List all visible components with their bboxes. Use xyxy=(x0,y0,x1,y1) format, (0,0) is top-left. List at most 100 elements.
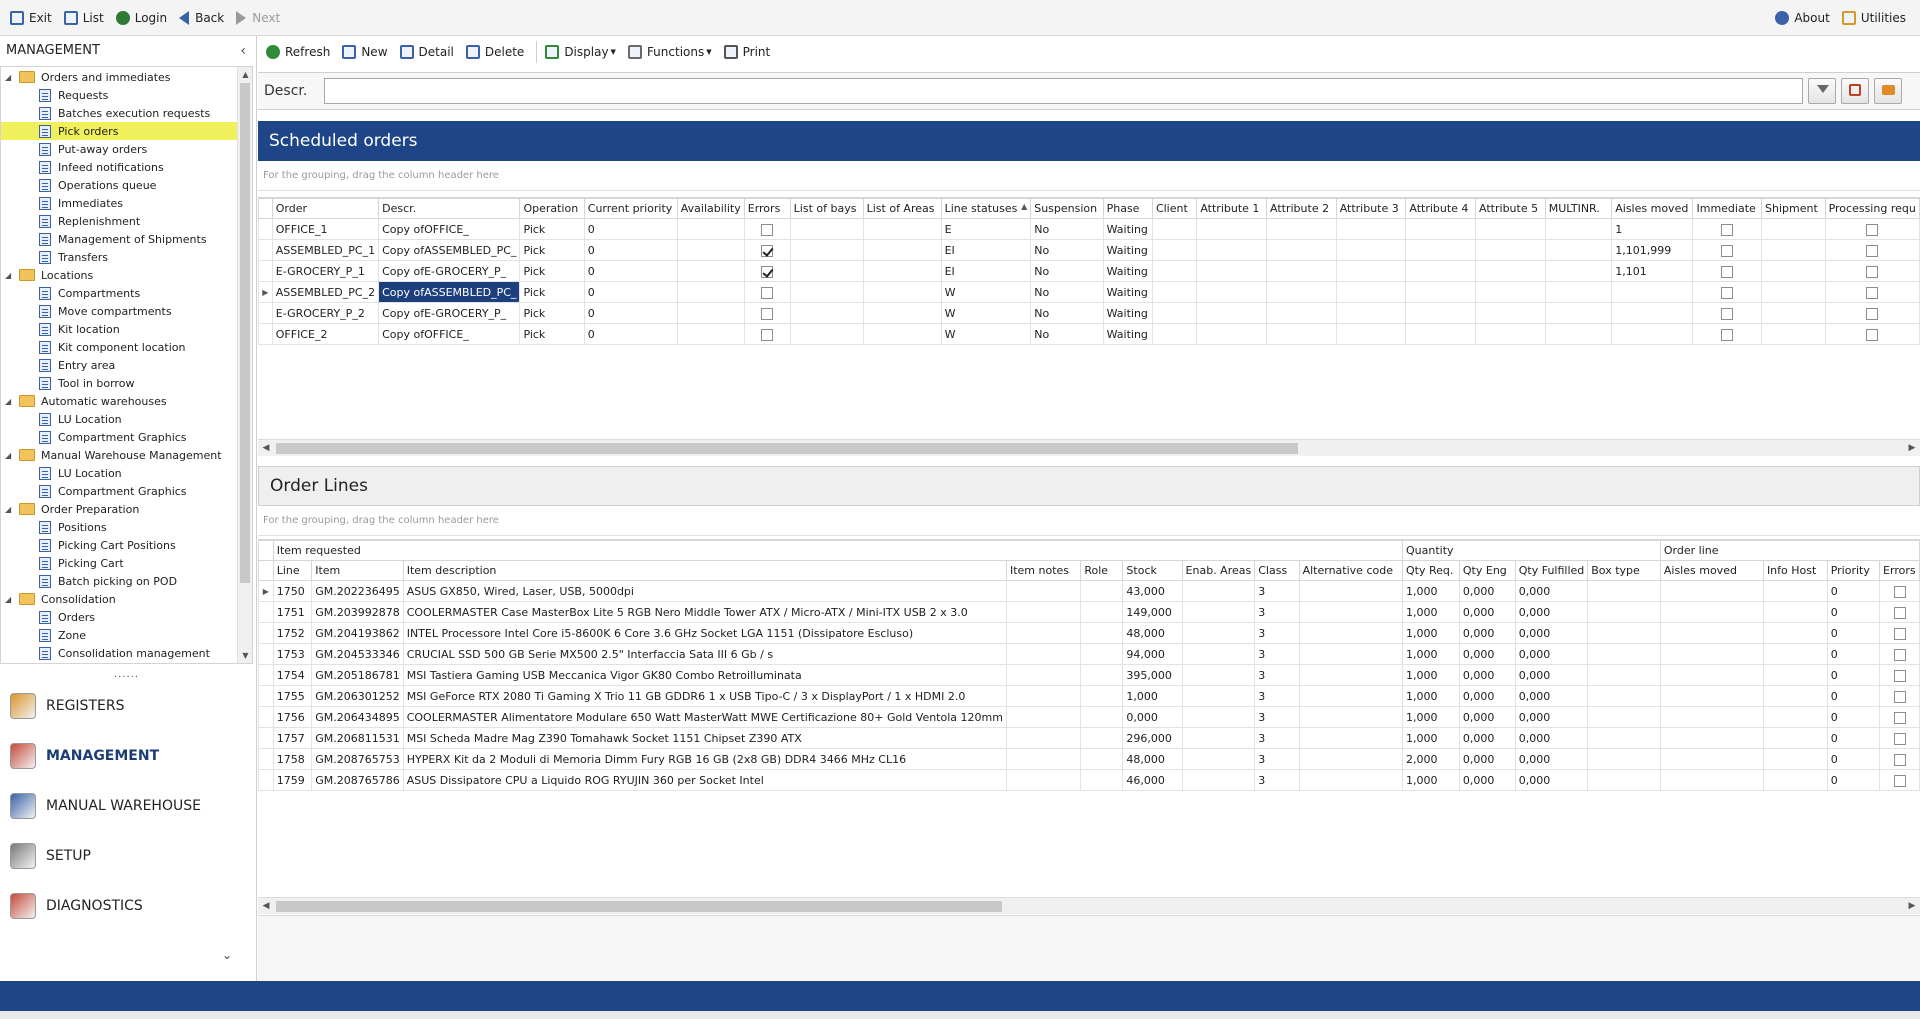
cell-immediate[interactable] xyxy=(1692,239,1763,261)
row-indicator[interactable] xyxy=(258,302,273,324)
column-header-attribute-1[interactable]: Attribute 1 xyxy=(1196,198,1268,219)
column-header-aisles-moved[interactable]: Aisles moved xyxy=(1611,198,1694,219)
cell-role[interactable] xyxy=(1080,769,1124,791)
tree-item-positions[interactable]: Positions xyxy=(1,518,237,536)
tree-item-lu-location[interactable]: LU Location xyxy=(1,410,237,428)
cell-shipment[interactable] xyxy=(1761,260,1826,282)
cell-errors[interactable] xyxy=(1879,580,1920,602)
back-button[interactable]: Back xyxy=(175,6,232,30)
cell-attribute-4[interactable] xyxy=(1405,281,1477,303)
checkbox[interactable] xyxy=(761,265,774,278)
cell-item-notes[interactable] xyxy=(1005,580,1082,602)
cell-qty-eng[interactable]: 0,000 xyxy=(1458,706,1516,728)
cell-order[interactable]: E-GROCERY_P_2 xyxy=(271,302,380,324)
tree-group-order-preparation[interactable]: ◢ Order Preparation xyxy=(1,500,237,518)
cell-priority[interactable]: 0 xyxy=(1826,643,1881,665)
order-row[interactable]: ▶ ASSEMBLED_PC_2 Copy ofASSEMBLED_PC_ Pick 0… xyxy=(258,281,1920,303)
cell-item[interactable]: GM.208765753 xyxy=(311,748,404,770)
cell-multinr[interactable] xyxy=(1544,281,1613,303)
cell-list-of-areas[interactable] xyxy=(862,281,942,303)
checkbox[interactable] xyxy=(1893,648,1906,661)
cell-descr[interactable]: Copy ofOFFICE_ xyxy=(378,323,521,345)
edit-filter-button[interactable] xyxy=(1874,78,1902,104)
cell-box-type[interactable] xyxy=(1587,601,1661,623)
cell-multinr[interactable] xyxy=(1544,239,1613,261)
cell-item-notes[interactable] xyxy=(1005,748,1082,770)
cell-phase[interactable]: Waiting xyxy=(1102,302,1153,324)
cell-info-host[interactable] xyxy=(1762,685,1828,707)
cell-qty-req[interactable]: 1,000 xyxy=(1401,664,1460,686)
row-indicator[interactable] xyxy=(258,218,273,240)
checkbox[interactable] xyxy=(1893,774,1906,787)
cell-attribute-2[interactable] xyxy=(1266,302,1337,324)
cell-priority[interactable]: 0 xyxy=(1826,748,1881,770)
cell-aisles-moved[interactable] xyxy=(1659,622,1764,644)
cell-errors[interactable] xyxy=(1879,769,1920,791)
nav-setup[interactable]: SETUP xyxy=(10,836,91,876)
row-indicator[interactable] xyxy=(258,685,274,707)
cell-multinr[interactable] xyxy=(1544,260,1613,282)
cell-priority[interactable]: 0 xyxy=(1826,580,1881,602)
order-line-row[interactable]: 1753 GM.204533346 CRUCIAL SSD 500 GB Serie… xyxy=(258,643,1920,665)
cell-qty-fulfilled[interactable]: 0,000 xyxy=(1514,727,1589,749)
cell-order[interactable]: E-GROCERY_P_1 xyxy=(271,260,380,282)
cell-qty-req[interactable]: 1,000 xyxy=(1401,769,1460,791)
column-header-attribute-2[interactable]: Attribute 2 xyxy=(1266,198,1337,219)
cell-stock[interactable]: 395,000 xyxy=(1122,664,1183,686)
column-header-order[interactable]: Order xyxy=(271,198,380,219)
cell-attribute-5[interactable] xyxy=(1475,302,1546,324)
cell-line[interactable]: 1750 xyxy=(272,580,313,602)
tree-item-kit-location[interactable]: Kit location xyxy=(1,320,237,338)
cell-item-notes[interactable] xyxy=(1005,685,1082,707)
column-header-processing-requ[interactable]: Processing requ xyxy=(1824,198,1920,219)
cell-item-notes[interactable] xyxy=(1005,727,1082,749)
column-header-attribute-5[interactable]: Attribute 5 xyxy=(1475,198,1546,219)
cell-alternative-code[interactable] xyxy=(1298,643,1403,665)
cell-attribute-1[interactable] xyxy=(1196,239,1268,261)
order-line-row[interactable]: 1752 GM.204193862 INTEL Processore Intel C… xyxy=(258,622,1920,644)
cell-item-description[interactable]: MSI Scheda Madre Mag Z390 Tomahawk Socke… xyxy=(402,727,1007,749)
cell-client[interactable] xyxy=(1151,281,1198,303)
cell-phase[interactable]: Waiting xyxy=(1102,260,1153,282)
display-button[interactable]: Display ▼ xyxy=(541,40,624,64)
cell-role[interactable] xyxy=(1080,748,1124,770)
cell-client[interactable] xyxy=(1151,260,1198,282)
tree-group-orders-and-immediates[interactable]: ◢ Orders and immediates xyxy=(1,68,237,86)
cell-aisles-moved[interactable]: 1,101 xyxy=(1611,260,1694,282)
cell-attribute-1[interactable] xyxy=(1196,260,1268,282)
cell-list-of-areas[interactable] xyxy=(862,260,942,282)
cell-alternative-code[interactable] xyxy=(1298,748,1403,770)
column-header-box-type[interactable]: Box type xyxy=(1587,560,1661,581)
cell-shipment[interactable] xyxy=(1761,239,1826,261)
cell-priority[interactable]: 0 xyxy=(1826,769,1881,791)
list-button[interactable]: List xyxy=(60,6,112,30)
cell-item-notes[interactable] xyxy=(1005,601,1082,623)
row-indicator[interactable]: ▶ xyxy=(258,281,273,303)
cell-errors[interactable] xyxy=(1879,601,1920,623)
cell-errors[interactable] xyxy=(1879,748,1920,770)
cell-current-priority[interactable]: 0 xyxy=(583,281,678,303)
cell-attribute-2[interactable] xyxy=(1266,281,1337,303)
column-header-line[interactable]: Line xyxy=(272,560,313,581)
cell-box-type[interactable] xyxy=(1587,727,1661,749)
cell-descr[interactable]: Copy ofE-GROCERY_P_ xyxy=(378,302,521,324)
cell-attribute-1[interactable] xyxy=(1196,323,1268,345)
cell-stock[interactable]: 149,000 xyxy=(1122,601,1183,623)
cell-phase[interactable]: Waiting xyxy=(1102,218,1153,240)
orders-horizontal-scrollbar[interactable]: ◀ ▶ xyxy=(258,439,1920,456)
checkbox[interactable] xyxy=(1893,627,1906,640)
cell-errors[interactable] xyxy=(1879,622,1920,644)
cell-enab-areas[interactable] xyxy=(1181,601,1256,623)
cell-availability[interactable] xyxy=(676,323,745,345)
column-header-line-statuses[interactable]: Line statuses xyxy=(940,198,1032,219)
column-header-alternative-code[interactable]: Alternative code xyxy=(1298,560,1403,581)
clear-filter-button[interactable] xyxy=(1841,78,1869,104)
cell-list-of-bays[interactable] xyxy=(789,302,864,324)
checkbox[interactable] xyxy=(1893,732,1906,745)
cell-aisles-moved[interactable] xyxy=(1659,706,1764,728)
tree-item-picking-cart[interactable]: Picking Cart xyxy=(1,554,237,572)
cell-errors[interactable] xyxy=(1879,727,1920,749)
cell-immediate[interactable] xyxy=(1692,281,1763,303)
cell-client[interactable] xyxy=(1151,218,1198,240)
checkbox[interactable] xyxy=(1721,328,1734,341)
